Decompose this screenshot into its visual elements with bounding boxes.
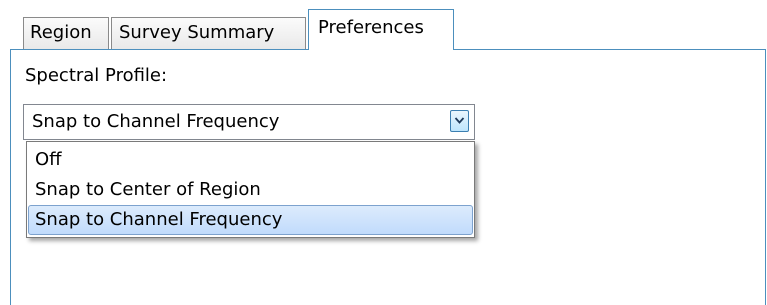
option-snap-to-channel-frequency[interactable]: Snap to Channel Frequency [28,205,473,235]
tab-preferences-label: Preferences [318,17,424,38]
spectral-profile-selected-value: Snap to Channel Frequency [32,111,280,132]
chevron-down-icon [454,117,465,124]
spectral-profile-label: Spectral Profile: [25,65,168,86]
spectral-profile-select[interactable]: Snap to Channel Frequency [23,104,475,140]
tab-region[interactable]: Region [23,17,109,49]
tab-survey-summary-label: Survey Summary [119,22,275,43]
tab-survey-summary[interactable]: Survey Summary [111,17,306,49]
option-off[interactable]: Off [28,145,473,175]
option-snap-to-center-of-region[interactable]: Snap to Center of Region [28,175,473,205]
spectral-profile-dropdown-list: Off Snap to Center of Region Snap to Cha… [26,141,475,238]
tab-region-label: Region [30,22,92,43]
tab-preferences[interactable]: Preferences [308,9,454,50]
dropdown-arrow-button[interactable] [450,110,469,132]
